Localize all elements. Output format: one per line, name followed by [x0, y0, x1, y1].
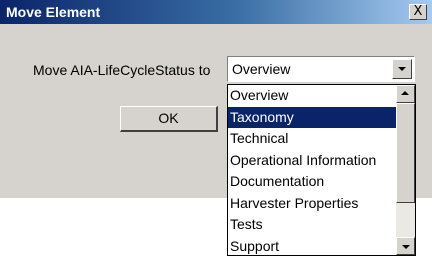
scroll-up-button[interactable]	[396, 85, 415, 103]
option-operational-information[interactable]: Operational Information	[228, 150, 396, 172]
combobox-selected-value: Overview	[232, 61, 291, 77]
option-technical[interactable]: Technical	[228, 128, 396, 150]
scroll-down-button[interactable]	[396, 237, 415, 255]
arrow-up-icon	[401, 91, 409, 95]
title-bar[interactable]: Move Element X	[0, 0, 432, 24]
option-overview[interactable]: Overview	[228, 85, 396, 107]
scrollbar-thumb[interactable]	[396, 103, 415, 203]
close-icon: X	[413, 4, 423, 19]
option-harvester-properties[interactable]: Harvester Properties	[228, 193, 396, 215]
option-taxonomy[interactable]: Taxonomy	[228, 106, 396, 128]
target-section-combobox[interactable]: Overview	[227, 56, 415, 82]
dropdown-scrollbar[interactable]	[396, 85, 415, 255]
dialog-title: Move Element	[6, 4, 101, 20]
close-button[interactable]: X	[409, 4, 427, 20]
option-list: Overview Taxonomy Technical Operational …	[228, 85, 396, 256]
arrow-down-icon	[402, 245, 410, 249]
option-documentation[interactable]: Documentation	[228, 171, 396, 193]
move-target-label: Move AIA-LifeCycleStatus to	[33, 62, 211, 78]
chevron-down-icon	[398, 67, 406, 71]
dropdown-list: Overview Taxonomy Technical Operational …	[227, 84, 416, 256]
combobox-dropdown-button[interactable]	[392, 59, 412, 79]
ok-button[interactable]: OK	[120, 106, 218, 132]
option-support[interactable]: Support	[228, 236, 396, 256]
option-tests[interactable]: Tests	[228, 214, 396, 236]
